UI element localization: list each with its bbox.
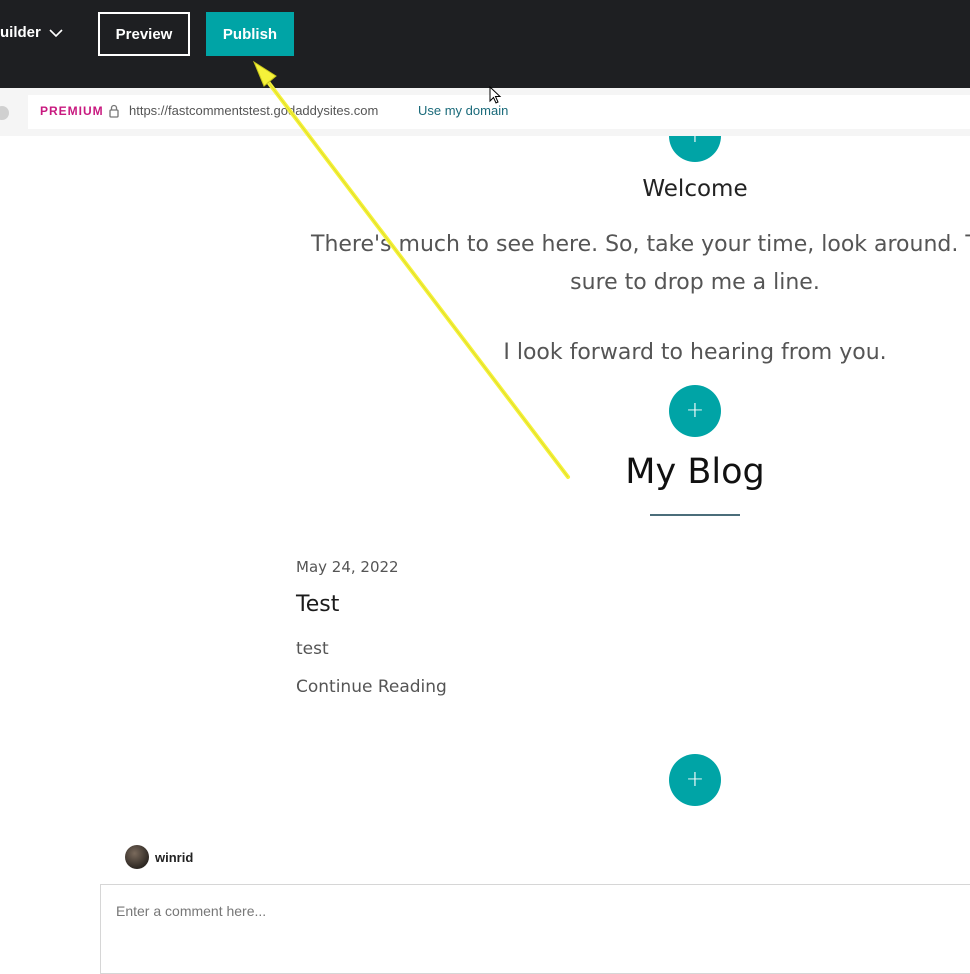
add-section-top-clip: + [669, 136, 721, 162]
site-url[interactable]: https://fastcommentstest.godaddysites.co… [129, 103, 378, 118]
comment-input[interactable] [100, 884, 970, 974]
editor-topbar: uilder Preview Publish [0, 0, 970, 88]
comment-username: winrid [155, 850, 194, 865]
annotation-arrow [252, 60, 570, 479]
preview-button[interactable]: Preview [98, 12, 190, 56]
post-title-link[interactable]: Test [296, 592, 339, 617]
intro-text-line-1: There's much to see here. So, take your … [311, 232, 970, 257]
mouse-cursor-icon [489, 86, 502, 104]
post-excerpt: test [296, 639, 329, 659]
add-section-button-middle[interactable]: + [669, 385, 721, 437]
builder-label: uilder [0, 24, 41, 41]
heading-underline [650, 514, 740, 516]
welcome-heading: Welcome [642, 176, 748, 202]
chevron-down-icon [49, 28, 63, 37]
intro-text-line-3: I look forward to hearing from you. [503, 340, 887, 365]
builder-menu[interactable]: uilder [0, 24, 63, 41]
plus-icon: + [685, 767, 705, 792]
avatar [125, 845, 149, 869]
premium-badge: PREMIUM [40, 104, 104, 118]
lock-icon [109, 104, 119, 118]
continue-reading-link[interactable]: Continue Reading [296, 677, 447, 697]
intro-text-line-2: sure to drop me a line. [570, 270, 820, 295]
post-date: May 24, 2022 [296, 558, 399, 576]
comment-placeholder: Enter a comment here... [116, 903, 267, 919]
add-section-button-bottom[interactable]: + [669, 754, 721, 806]
plus-icon: + [685, 398, 705, 423]
add-section-button-top[interactable]: + [669, 136, 721, 162]
blog-heading: My Blog [625, 452, 765, 492]
publish-button[interactable]: Publish [206, 12, 294, 56]
plus-icon: + [686, 136, 704, 147]
